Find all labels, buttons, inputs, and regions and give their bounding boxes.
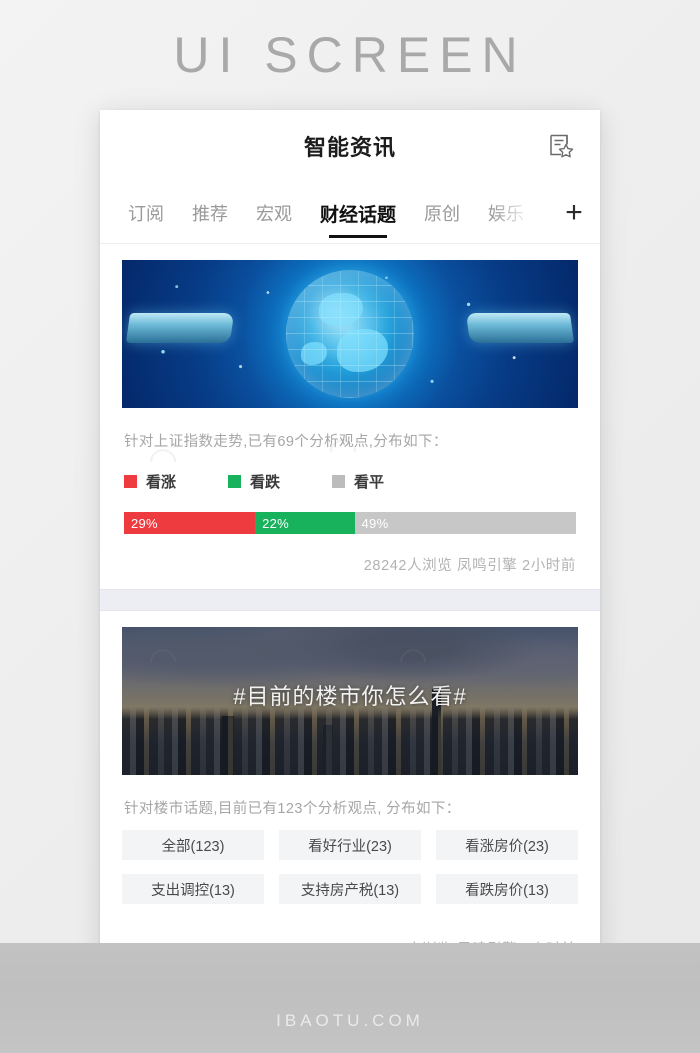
skyline-tower [322, 724, 333, 775]
tag-all[interactable]: 全部(123) [122, 830, 264, 860]
bar-segment-bullish: 29% [124, 512, 256, 534]
tag-price-up[interactable]: 看涨房价(23) [436, 830, 578, 860]
site-watermark: IBAOTU.COM [276, 1011, 424, 1030]
globe-network-image[interactable] [122, 260, 578, 408]
footer-band: IBAOTU.COM [0, 943, 700, 1053]
opinion-tag-list: 全部(123) 看好行业(23) 看涨房价(23) 支出调控(13) 支持房产税… [122, 818, 578, 918]
network-cable-left [125, 313, 235, 344]
tabs-scroller[interactable]: 订阅 推荐 宏观 财经话题 原创 娱乐 [100, 182, 548, 244]
globe-landmass [301, 341, 327, 365]
tab-finance-topics[interactable]: 财经话题 [306, 182, 410, 244]
add-channel-button[interactable]: + [548, 182, 600, 243]
legend-item-flat: 看平 [332, 471, 384, 492]
skyline-tower [222, 715, 235, 775]
document-star-icon[interactable] [544, 129, 578, 163]
legend-swatch-bullish [124, 475, 137, 488]
page-title: 智能资讯 [303, 135, 396, 160]
tab-bar: 订阅 推荐 宏观 财经话题 原创 娱乐 + [100, 182, 600, 244]
legend-item-bullish: 看涨 [124, 471, 176, 492]
bar-label-bearish: 22% [262, 515, 289, 531]
bar-segment-bearish: 22% [255, 512, 355, 534]
legend-label-bearish: 看跌 [250, 474, 281, 491]
legend-label-flat: 看平 [354, 474, 385, 491]
feed-card-index[interactable]: 针对上证指数走势,已有69个分析观点,分布如下： 看涨 看跌 看平 29% 22… [100, 244, 600, 589]
tab-entertainment[interactable]: 娱乐 [474, 182, 538, 244]
legend-swatch-flat [332, 475, 346, 488]
tag-price-down[interactable]: 看跌房价(13) [436, 874, 578, 904]
city-skyline-image[interactable]: #目前的楼市你怎么看# [122, 627, 578, 775]
news-feed: 针对上证指数走势,已有69个分析观点,分布如下： 看涨 看跌 看平 29% 22… [100, 244, 600, 973]
network-cable-right [465, 313, 575, 344]
card-description: 针对楼市话题,目前已有123个分析观点, 分布如下： [124, 801, 461, 817]
card-separator [100, 589, 600, 611]
tag-spending-control[interactable]: 支出调控(13) [122, 874, 264, 904]
tag-property-tax[interactable]: 支持房产税(13) [279, 874, 421, 904]
app-header: 智能资讯 [100, 110, 600, 182]
globe-landmass [319, 293, 363, 327]
tab-original[interactable]: 原创 [410, 182, 474, 244]
poster-title: UI SCREEN [173, 27, 527, 83]
tab-macro[interactable]: 宏观 [242, 182, 306, 244]
bar-label-bullish: 29% [131, 515, 158, 531]
card-description: 针对上证指数走势,已有69个分析观点,分布如下： [124, 434, 448, 450]
legend-item-bearish: 看跌 [228, 471, 280, 492]
sentiment-legend: 看涨 看跌 看平 [122, 451, 578, 492]
bar-segment-flat: 49% [354, 512, 576, 534]
card-meta: 28242人浏览 凤鸣引擎 2小时前 [363, 558, 576, 574]
bar-label-flat: 49% [361, 515, 389, 531]
phone-frame: 智能资讯 订阅 推荐 宏观 财经话题 原创 娱乐 + 针对上证指数走势,已有69… [100, 110, 600, 1000]
hero-topic-title: #目前的楼市你怎么看# [233, 684, 467, 710]
globe-sphere [286, 270, 414, 398]
globe-landmass [337, 328, 389, 373]
tab-recommend[interactable]: 推荐 [178, 182, 242, 244]
sentiment-bar-chart: 29% 22% 49% [124, 512, 576, 534]
legend-swatch-bearish [228, 475, 242, 488]
feed-card-property[interactable]: #目前的楼市你怎么看# 针对楼市话题,目前已有123个分析观点, 分布如下： 全… [100, 611, 600, 973]
tag-bullish-sector[interactable]: 看好行业(23) [279, 830, 421, 860]
legend-label-bullish: 看涨 [146, 474, 177, 491]
tab-subscribe[interactable]: 订阅 [114, 182, 178, 244]
